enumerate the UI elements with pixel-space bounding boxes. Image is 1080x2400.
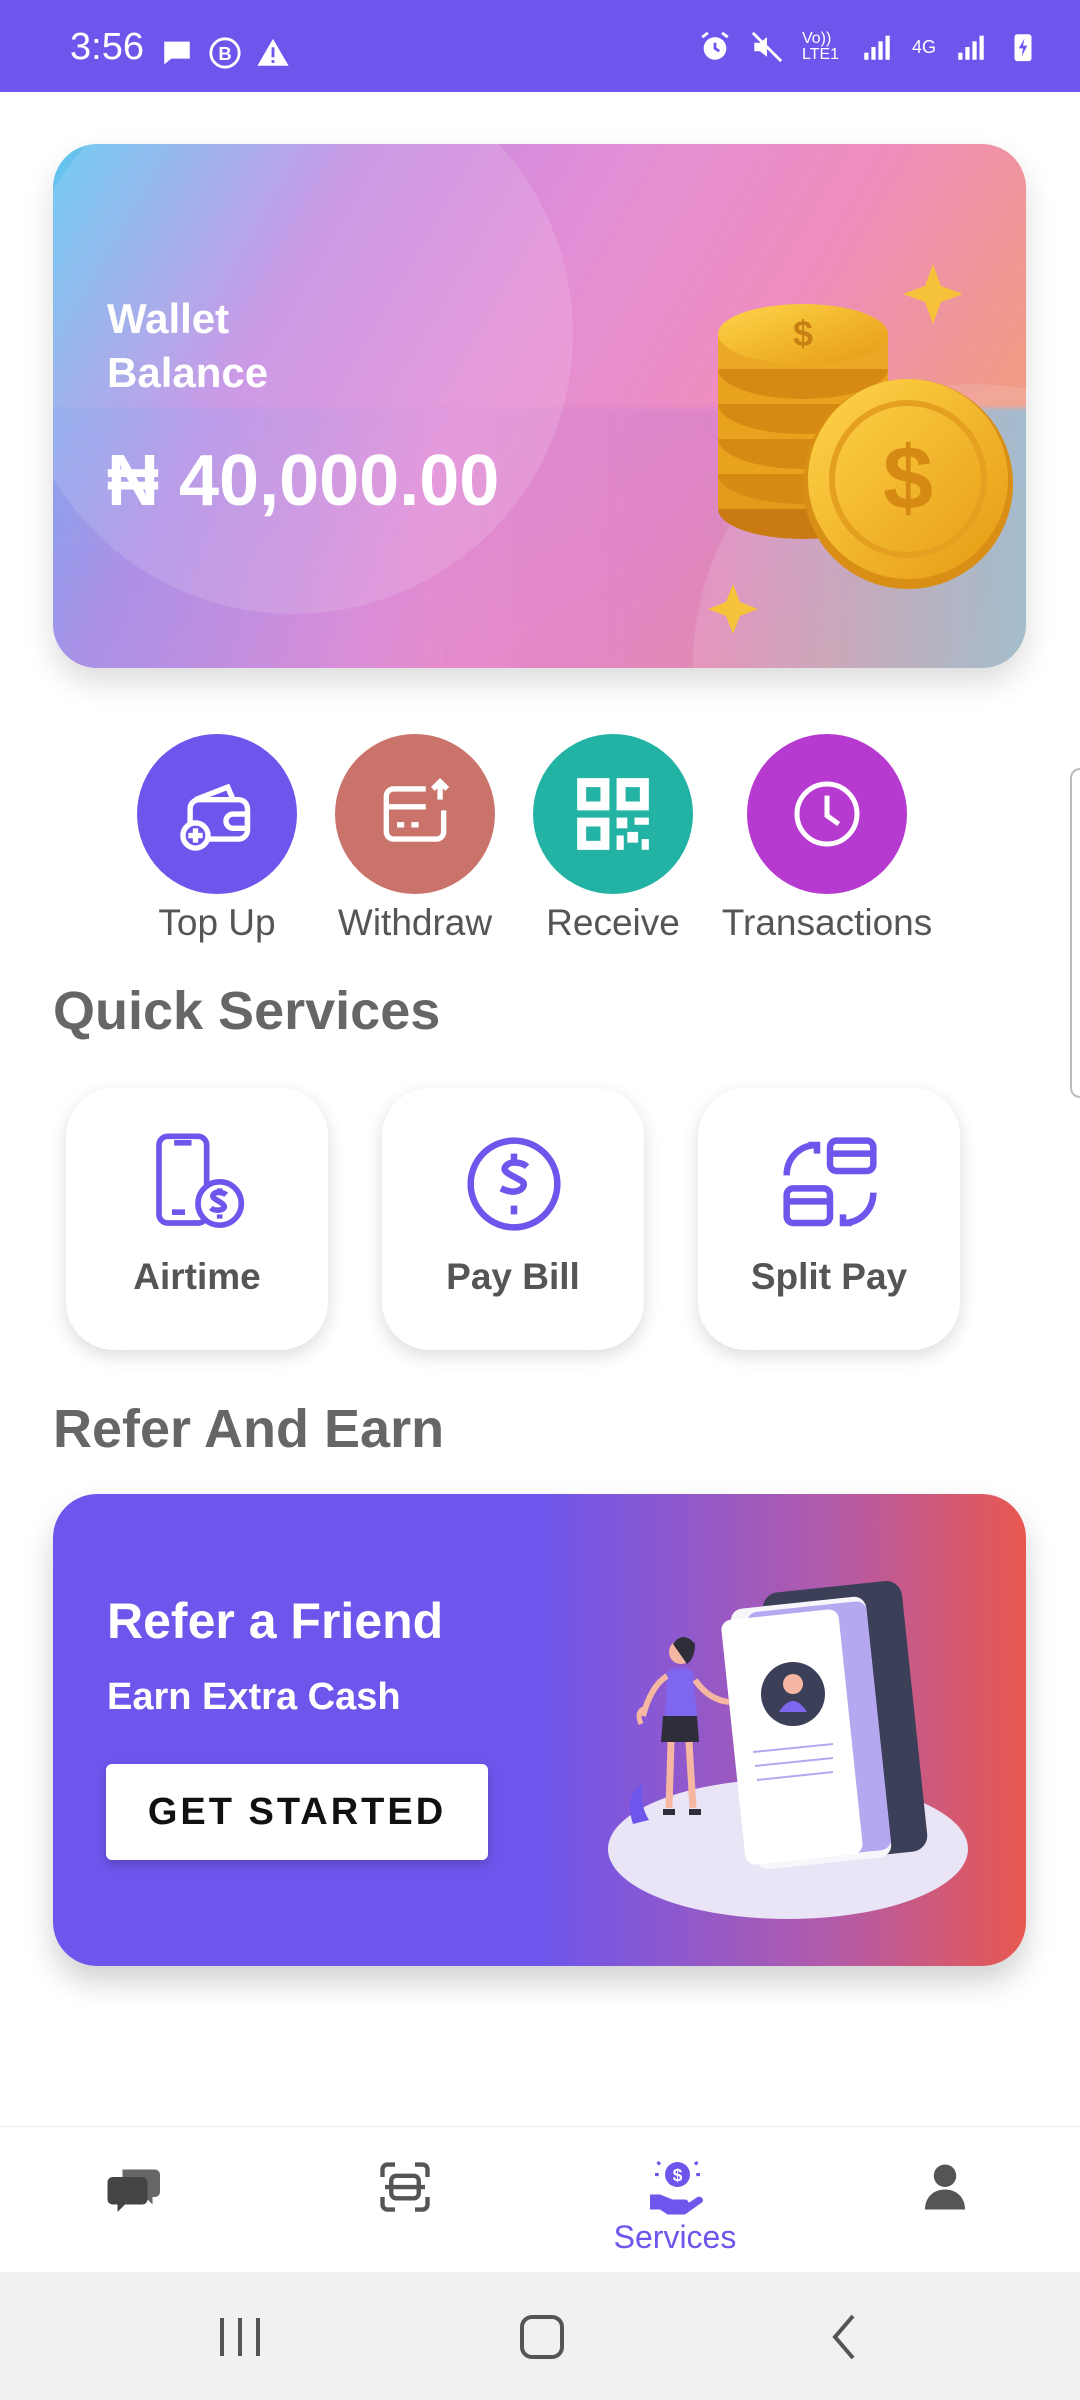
phone-dollar-icon [156,1133,245,1228]
get-started-button[interactable]: GET STARTED [106,1764,488,1860]
split-pay-card[interactable]: Split Pay [698,1088,960,1350]
svg-text:$: $ [673,2165,683,2185]
wallet-balance-card[interactable]: Wallet Balance ₦ 40,000.00 $ $ [53,144,1026,668]
withdraw-label: Withdraw [337,902,493,943]
svg-text:$: $ [793,313,813,354]
chat-icon [107,2169,160,2212]
scan-icon [380,2162,430,2212]
nav-scan[interactable] [270,2127,540,2273]
scroll-handle[interactable] [1070,768,1080,1098]
refer-friend-illustration [608,1581,968,1919]
status-bar: 3:56 B Vo)) LTE1 4G [0,0,1080,92]
volte-label: Vo)) LTE1 [801,30,840,63]
clock-icon [794,781,860,847]
services-icon: $ [650,2160,703,2215]
split-pay-label: Split Pay [750,1256,908,1297]
pay-bill-card[interactable]: Pay Bill [382,1088,644,1350]
nav-profile[interactable] [810,2127,1080,2273]
pay-bill-label: Pay Bill [446,1256,580,1297]
b-icon: B [209,37,241,69]
dollar-circle-icon [467,1137,561,1231]
wallet-balance-amount: ₦ 40,000.00 [107,441,500,521]
receive-button[interactable]: Receive [498,734,728,954]
nav-chat[interactable] [0,2127,270,2273]
battery-charging-icon [1014,34,1032,62]
card-upload-icon [383,777,450,842]
network-4g-label: 4G [911,36,936,57]
transactions-button[interactable]: Transactions [712,734,942,954]
top-up-button[interactable]: Top Up [102,734,332,954]
withdraw-button[interactable]: Withdraw [300,734,530,954]
recent-apps-icon[interactable] [210,2310,270,2364]
top-up-label: Top Up [158,902,276,943]
transactions-label: Transactions [721,902,933,943]
signal-icon [864,35,890,60]
svg-text:$: $ [883,429,933,529]
chat-bubble-icon [164,41,190,65]
profile-icon [925,2164,965,2210]
quick-services-title: Quick Services [53,981,441,1041]
airtime-label: Airtime [133,1256,261,1297]
split-pay-icon [783,1137,877,1227]
signal-icon [958,35,984,60]
nav-services-label: Services [613,2219,737,2255]
refer-subtitle: Earn Extra Cash [107,1676,401,1718]
back-icon[interactable] [815,2310,875,2364]
mute-icon [751,31,783,63]
warning-icon [257,38,289,66]
refer-title: Refer a Friend [107,1593,444,1649]
wallet-add-icon [180,783,251,851]
alarm-icon [701,31,729,60]
gold-coins-icon: $ $ [708,264,1013,634]
status-time: 3:56 [70,26,144,68]
refer-friend-card[interactable]: Refer a Friend Earn Extra Cash GET START… [53,1494,1026,1966]
home-icon[interactable] [512,2310,572,2364]
nav-services[interactable]: $ Services [540,2127,810,2273]
system-navigation-bar [0,2272,1080,2400]
airtime-card[interactable]: Airtime [66,1088,328,1350]
bottom-navigation: $ Services [0,2126,1080,2272]
qr-code-icon [577,778,649,850]
wallet-balance-label: Wallet Balance [107,295,269,396]
refer-and-earn-title: Refer And Earn [53,1399,445,1459]
svg-text:B: B [218,43,231,64]
receive-label: Receive [546,902,680,943]
